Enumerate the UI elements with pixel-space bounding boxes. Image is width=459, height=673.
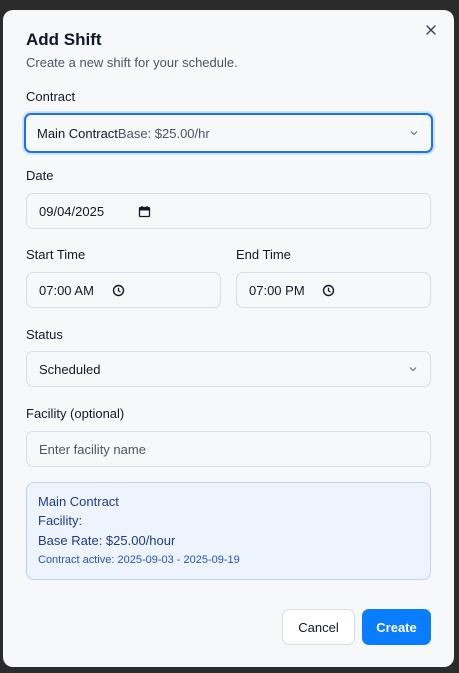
- dialog-title: Add Shift: [26, 30, 102, 49]
- date-input[interactable]: 09/04/2025: [26, 193, 431, 229]
- end-time-input[interactable]: 07:00 PM: [236, 272, 431, 308]
- start-time-input[interactable]: 07:00 AM: [26, 272, 221, 308]
- contract-selected-name: Main Contract: [37, 125, 118, 141]
- shift-summary-panel: Main Contract Facility: Base Rate: $25.0…: [26, 482, 431, 580]
- chevron-down-icon: [410, 131, 418, 136]
- add-shift-dialog: Add Shift Create a new shift for your sc…: [3, 10, 454, 667]
- facility-input[interactable]: Enter facility name: [26, 431, 431, 467]
- status-value: Scheduled: [39, 361, 101, 377]
- contract-label: Contract: [26, 89, 76, 104]
- facility-placeholder: Enter facility name: [39, 441, 146, 457]
- contract-select[interactable]: Main Contract Base: $25.00/hr: [24, 113, 433, 153]
- status-label: Status: [26, 327, 63, 342]
- close-icon: [426, 25, 436, 35]
- end-time-label: End Time: [236, 247, 291, 262]
- end-time-value: 07:00 PM: [249, 282, 305, 298]
- start-time-value: 07:00 AM: [39, 282, 94, 298]
- clock-icon[interactable]: [112, 284, 125, 297]
- chevron-down-icon: [409, 367, 417, 372]
- cancel-button[interactable]: Cancel: [282, 609, 355, 645]
- facility-label: Facility (optional): [26, 406, 125, 421]
- contract-selected-detail: Base: $25.00/hr: [117, 125, 210, 141]
- clock-icon[interactable]: [322, 284, 335, 297]
- create-button[interactable]: Create: [362, 609, 431, 645]
- summary-contract-name: Main Contract: [38, 494, 119, 509]
- dialog-subtitle: Create a new shift for your schedule.: [26, 55, 238, 70]
- calendar-icon[interactable]: [138, 205, 151, 218]
- summary-contract-active: Contract active: 2025-09-03 - 2025-09-19: [38, 554, 240, 566]
- date-value: 09/04/2025: [39, 203, 105, 219]
- status-select[interactable]: Scheduled: [26, 351, 431, 387]
- summary-base-rate: Base Rate: $25.00/hour: [38, 533, 176, 548]
- start-time-label: Start Time: [26, 247, 86, 262]
- date-label: Date: [26, 168, 54, 183]
- summary-facility: Facility:: [38, 513, 83, 528]
- close-button[interactable]: [422, 21, 440, 39]
